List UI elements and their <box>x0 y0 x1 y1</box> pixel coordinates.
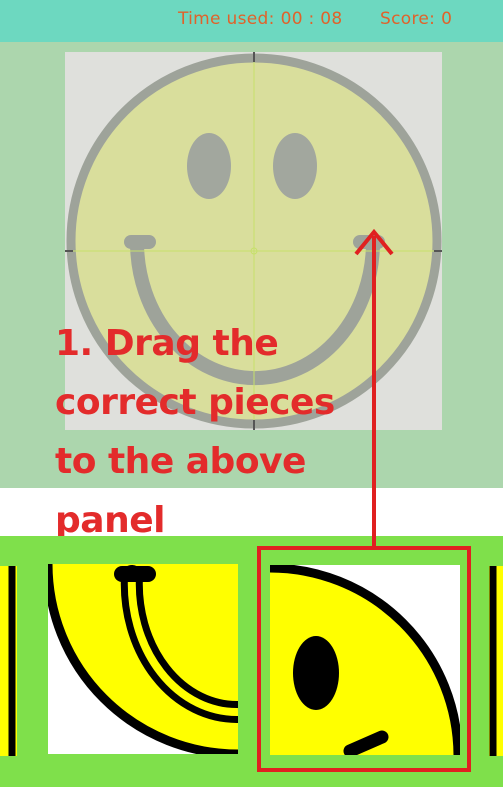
instruction-line: panel <box>55 500 165 541</box>
piece-smile-left[interactable] <box>48 564 238 754</box>
piece-partial-left[interactable] <box>0 566 17 756</box>
instruction-line: to the above <box>55 441 306 482</box>
instruction-line: correct pieces <box>55 382 335 423</box>
puzzle-board: 1. Drag the correct pieces to the above … <box>0 42 503 541</box>
timer: Time used: 00 : 08 <box>178 9 343 29</box>
score: Score: 0 <box>380 9 452 29</box>
instruction-line: 1. Drag the <box>55 323 279 364</box>
score-label: Score: <box>380 9 436 29</box>
timer-label: Time used: <box>178 9 275 29</box>
score-value: 0 <box>441 9 453 29</box>
status-bar: Time used: 00 : 08 Score: 0 <box>0 0 503 42</box>
piece-partial-right[interactable] <box>489 566 503 756</box>
hint-highlight-box <box>257 546 471 772</box>
instruction-text: 1. Drag the correct pieces to the above … <box>55 314 355 550</box>
timer-value: 00 : 08 <box>280 9 343 29</box>
